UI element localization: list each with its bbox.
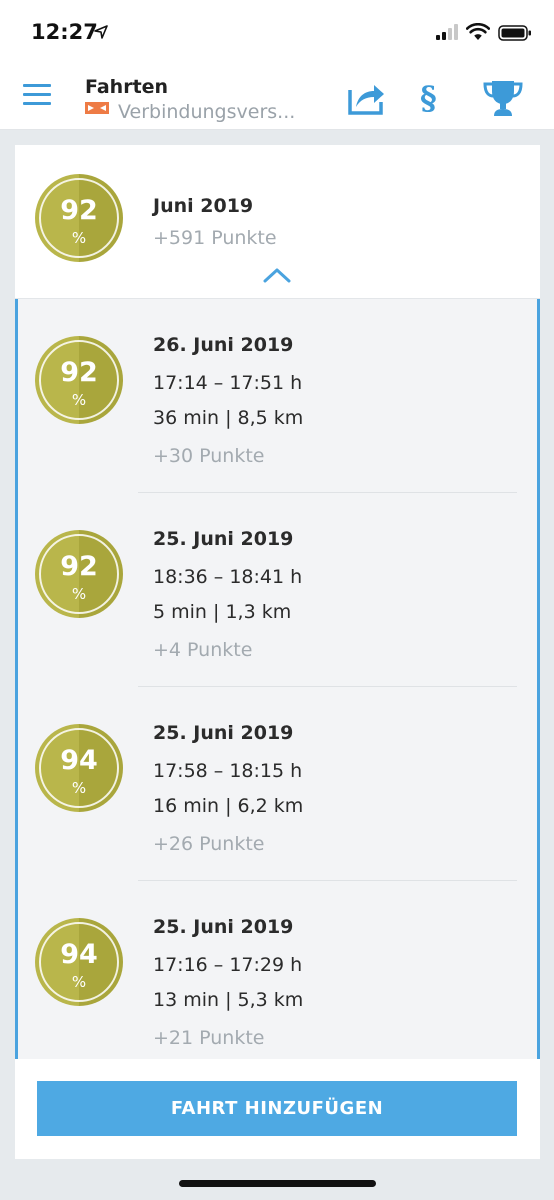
trip-distance: 16 min | 6,2 km — [153, 795, 304, 817]
month-points: +591 Punkte — [153, 227, 277, 249]
trip-distance: 13 min | 5,3 km — [153, 989, 304, 1011]
trip-points: +26 Punkte — [153, 833, 265, 855]
trip-points: +4 Punkte — [153, 639, 253, 661]
share-icon[interactable] — [347, 78, 385, 116]
trip-distance: 36 min | 8,5 km — [153, 407, 304, 429]
score-unit: % — [71, 973, 87, 991]
add-trip-button[interactable]: FAHRT HINZUFÜGEN — [37, 1081, 517, 1136]
footer: FAHRT HINZUFÜGEN — [15, 1059, 540, 1159]
trip-time: 17:58 – 18:15 h — [153, 760, 303, 782]
connection-status[interactable]: Verbindungsvers... — [85, 101, 295, 123]
trip-score-badge: 92 % — [35, 336, 123, 424]
trip-distance: 5 min | 1,3 km — [153, 601, 292, 623]
trip-score-badge: 94 % — [35, 724, 123, 812]
month-summary[interactable]: 92 % Juni 2019 +591 Punkte — [15, 145, 540, 299]
score-unit: % — [71, 391, 87, 409]
score-unit: % — [71, 229, 87, 247]
month-title: Juni 2019 — [153, 195, 254, 217]
trip-points: +21 Punkte — [153, 1027, 265, 1049]
battery-icon — [498, 25, 531, 41]
menu-icon-bar — [23, 84, 51, 87]
score-value: 92 — [60, 357, 98, 388]
menu-button[interactable] — [23, 84, 51, 110]
location-arrow-icon — [94, 25, 108, 39]
score-value: 94 — [60, 745, 98, 776]
trip-date: 25. Juni 2019 — [153, 722, 294, 744]
menu-icon-bar — [23, 102, 51, 105]
menu-icon-bar — [23, 93, 51, 96]
score-value: 92 — [60, 551, 98, 582]
trip-item[interactable]: 92 % 26. Juni 2019 17:14 – 17:51 h 36 mi… — [18, 299, 537, 493]
trip-points: +30 Punkte — [153, 445, 265, 467]
trip-time: 17:16 – 17:29 h — [153, 954, 303, 976]
status-bar: 12:27 — [0, 0, 554, 64]
home-indicator — [179, 1180, 376, 1187]
trophy-icon[interactable] — [482, 79, 524, 117]
app-header: Fahrten Verbindungsvers... § — [0, 64, 554, 130]
score-unit: % — [71, 779, 87, 797]
trip-list: 92 % 26. Juni 2019 17:14 – 17:51 h 36 mi… — [15, 299, 540, 1059]
trip-time: 18:36 – 18:41 h — [153, 566, 303, 588]
status-time: 12:27 — [31, 20, 98, 44]
trips-card: 92 % Juni 2019 +591 Punkte 92 % 26. Juni… — [15, 145, 540, 1059]
score-value: 94 — [60, 939, 98, 970]
connection-status-icon — [85, 102, 109, 114]
month-score-badge: 92 % — [35, 174, 123, 262]
wifi-icon — [466, 23, 490, 40]
trip-score-badge: 92 % — [35, 530, 123, 618]
score-value: 92 — [60, 195, 98, 226]
trip-item[interactable]: 94 % 25. Juni 2019 17:16 – 17:29 h 13 mi… — [18, 881, 537, 1059]
trip-date: 26. Juni 2019 — [153, 334, 294, 356]
trip-item[interactable]: 94 % 25. Juni 2019 17:58 – 18:15 h 16 mi… — [18, 687, 537, 881]
connection-status-label: Verbindungsvers... — [118, 101, 296, 123]
chevron-up-icon[interactable] — [263, 267, 291, 283]
trip-score-badge: 94 % — [35, 918, 123, 1006]
paragraph-icon[interactable]: § — [420, 79, 437, 117]
page-title: Fahrten — [85, 76, 169, 98]
trip-date: 25. Juni 2019 — [153, 528, 294, 550]
trip-time: 17:14 – 17:51 h — [153, 372, 303, 394]
cellular-signal-icon — [436, 24, 458, 40]
trip-date: 25. Juni 2019 — [153, 916, 294, 938]
trip-item[interactable]: 92 % 25. Juni 2019 18:36 – 18:41 h 5 min… — [18, 493, 537, 687]
score-unit: % — [71, 585, 87, 603]
